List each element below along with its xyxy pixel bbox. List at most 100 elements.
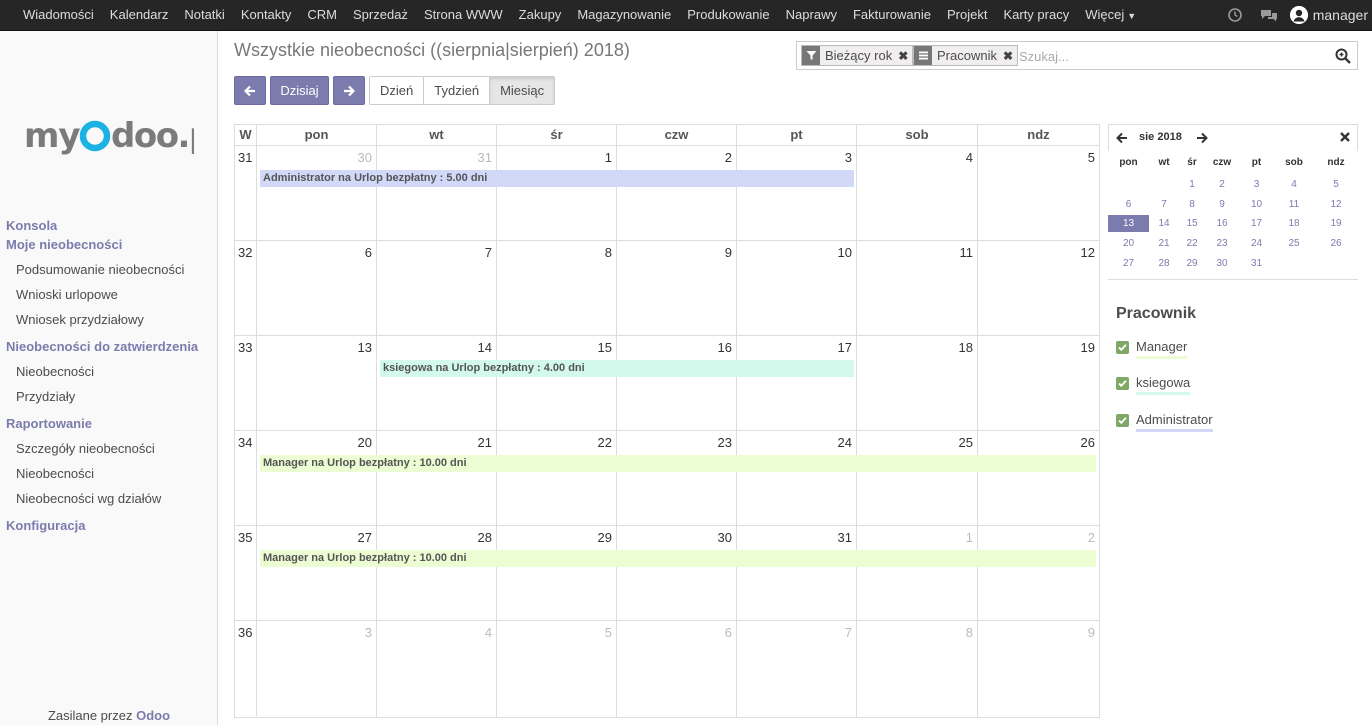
calendar-day-cell[interactable]: 20 xyxy=(257,431,377,526)
mini-day[interactable]: 13 xyxy=(1108,215,1149,233)
calendar-day-cell[interactable]: 14 xyxy=(377,336,497,431)
mini-day[interactable]: 23 xyxy=(1205,235,1239,252)
calendar-day-cell[interactable]: 27 xyxy=(257,526,377,621)
calendar-day-cell[interactable]: 2 xyxy=(617,146,737,241)
calendar-day-cell[interactable]: 18 xyxy=(857,336,978,431)
sidebar-item-podsumowanie-nieobecnosci[interactable]: Podsumowanie nieobecności xyxy=(0,257,218,282)
mini-day[interactable]: 22 xyxy=(1179,235,1205,252)
mini-day[interactable]: 24 xyxy=(1239,235,1274,252)
calendar-day-cell[interactable]: 15 xyxy=(497,336,617,431)
next-button[interactable] xyxy=(333,76,365,105)
calendar-day-cell[interactable]: 22 xyxy=(497,431,617,526)
calendar-day-cell[interactable]: 2 xyxy=(978,526,1099,621)
calendar-day-cell[interactable]: 31 xyxy=(737,526,857,621)
top-menu-naprawy[interactable]: Naprawy xyxy=(778,0,845,30)
mini-day[interactable]: 11 xyxy=(1274,196,1314,213)
mini-next-month-icon[interactable] xyxy=(1195,131,1209,145)
mini-day[interactable]: 15 xyxy=(1179,215,1205,232)
calendar-day-cell[interactable]: 17 xyxy=(737,336,857,431)
calendar-day-cell[interactable]: 16 xyxy=(617,336,737,431)
user-menu[interactable]: manager xyxy=(1289,0,1368,30)
calendar-day-cell[interactable]: 11 xyxy=(857,241,978,336)
mini-day[interactable]: 28 xyxy=(1149,255,1179,272)
calendar-day-cell[interactable]: 26 xyxy=(978,431,1099,526)
calendar-day-cell[interactable]: 8 xyxy=(497,241,617,336)
mini-day[interactable]: 20 xyxy=(1108,235,1149,252)
calendar-day-cell[interactable]: 30 xyxy=(257,146,377,241)
mini-day[interactable]: 7 xyxy=(1149,196,1179,213)
attendee-filter-ksiegowa[interactable]: ksiegowa xyxy=(1116,372,1191,395)
mini-day[interactable]: 5 xyxy=(1314,176,1358,193)
calendar-day-cell[interactable]: 7 xyxy=(737,621,857,717)
top-menu-notatki[interactable]: Notatki xyxy=(176,0,232,30)
calendar-day-cell[interactable]: 24 xyxy=(737,431,857,526)
view-tydzien-button[interactable]: Tydzień xyxy=(424,77,491,104)
top-menu-sprzedaz[interactable]: Sprzedaż xyxy=(345,0,416,30)
remove-facet-icon[interactable]: ✖ xyxy=(1003,49,1013,63)
calendar-day-cell[interactable]: 3 xyxy=(257,621,377,717)
checkbox-checked-icon[interactable] xyxy=(1116,413,1129,427)
calendar-day-cell[interactable]: 13 xyxy=(257,336,377,431)
facet-current-year[interactable]: Bieżący rok ✖ xyxy=(801,45,914,66)
sidebar-item-szczegoly-nieobecnosci[interactable]: Szczegóły nieobecności xyxy=(0,436,218,461)
sidebar-item-nieobecnosci-wg-dzialow[interactable]: Nieobecności wg działów xyxy=(0,486,218,511)
mini-day[interactable]: 14 xyxy=(1149,215,1179,232)
calendar-day-cell[interactable]: 3 xyxy=(737,146,857,241)
calendar-day-cell[interactable]: 9 xyxy=(617,241,737,336)
mini-day[interactable]: 21 xyxy=(1149,235,1179,252)
sidebar-section-konsola[interactable]: Konsola xyxy=(0,216,218,235)
search-icon[interactable] xyxy=(1335,48,1351,64)
view-dzien-button[interactable]: Dzień xyxy=(370,77,425,104)
calendar-day-cell[interactable]: 28 xyxy=(377,526,497,621)
mini-day[interactable]: 9 xyxy=(1205,196,1239,213)
top-menu-wiecej[interactable]: Więcej ▼ xyxy=(1077,0,1144,30)
mini-day[interactable]: 18 xyxy=(1274,215,1314,232)
mini-day[interactable]: 16 xyxy=(1205,215,1239,232)
calendar-event[interactable]: Administrator na Urlop bezpłatny : 5.00 … xyxy=(260,170,854,187)
calendar-day-cell[interactable]: 10 xyxy=(737,241,857,336)
mini-day[interactable]: 31 xyxy=(1239,255,1274,272)
mini-prev-month-icon[interactable] xyxy=(1115,131,1129,145)
calendar-day-cell[interactable]: 21 xyxy=(377,431,497,526)
mini-day[interactable]: 10 xyxy=(1239,196,1274,213)
facet-employee-group[interactable]: Pracownik ✖ xyxy=(913,45,1019,66)
powered-by-odoo-link[interactable]: Odoo xyxy=(136,708,170,723)
calendar-day-cell[interactable]: 30 xyxy=(617,526,737,621)
top-menu-projekt[interactable]: Projekt xyxy=(939,0,995,30)
calendar-day-cell[interactable]: 12 xyxy=(978,241,1099,336)
calendar-day-cell[interactable]: 31 xyxy=(377,146,497,241)
mini-day[interactable]: 27 xyxy=(1108,255,1149,272)
sidebar-item-wnioski-urlopowe[interactable]: Wnioski urlopowe xyxy=(0,282,218,307)
today-button[interactable]: Dzisiaj xyxy=(270,76,329,105)
sidebar-section-raportowanie[interactable]: Raportowanie xyxy=(0,414,218,433)
calendar-day-cell[interactable]: 8 xyxy=(857,621,978,717)
mini-day[interactable]: 4 xyxy=(1274,176,1314,193)
calendar-day-cell[interactable]: 7 xyxy=(377,241,497,336)
sidebar-section-moje-nieobecnosci[interactable]: Moje nieobecności xyxy=(0,235,218,254)
calendar-day-cell[interactable]: 4 xyxy=(857,146,978,241)
calendar-event[interactable]: Manager na Urlop bezpłatny : 10.00 dni xyxy=(260,550,1096,567)
sidebar-section-nieobecnosci-do-zatwierdzenia[interactable]: Nieobecności do zatwierdzenia xyxy=(0,337,218,356)
top-menu-magazynowanie[interactable]: Magazynowanie xyxy=(569,0,679,30)
attendee-filter-administrator[interactable]: Administrator xyxy=(1116,409,1213,432)
calendar-day-cell[interactable]: 19 xyxy=(978,336,1099,431)
calendar-day-cell[interactable]: 6 xyxy=(617,621,737,717)
top-menu-kontakty[interactable]: Kontakty xyxy=(233,0,300,30)
sidebar-item-nieobecnosci[interactable]: Nieobecności xyxy=(0,359,218,384)
sidebar-item-nieobecnosci[interactable]: Nieobecności xyxy=(0,461,218,486)
messaging-chat-icon[interactable] xyxy=(1256,0,1282,30)
top-menu-wiadomosci[interactable]: Wiadomości xyxy=(15,0,102,30)
top-menu-fakturowanie[interactable]: Fakturowanie xyxy=(845,0,939,30)
top-menu-strona-www[interactable]: Strona WWW xyxy=(416,0,511,30)
mini-day[interactable]: 30 xyxy=(1205,255,1239,272)
previous-button[interactable] xyxy=(234,76,266,105)
calendar-day-cell[interactable]: 9 xyxy=(978,621,1099,717)
calendar-day-cell[interactable]: 6 xyxy=(257,241,377,336)
calendar-event[interactable]: ksiegowa na Urlop bezpłatny : 4.00 dni xyxy=(380,360,854,377)
calendar-day-cell[interactable]: 25 xyxy=(857,431,978,526)
close-icon[interactable] xyxy=(1339,131,1351,143)
calendar-day-cell[interactable]: 5 xyxy=(978,146,1099,241)
mini-day[interactable]: 12 xyxy=(1314,196,1358,213)
mini-day[interactable]: 17 xyxy=(1239,215,1274,232)
calendar-day-cell[interactable]: 4 xyxy=(377,621,497,717)
